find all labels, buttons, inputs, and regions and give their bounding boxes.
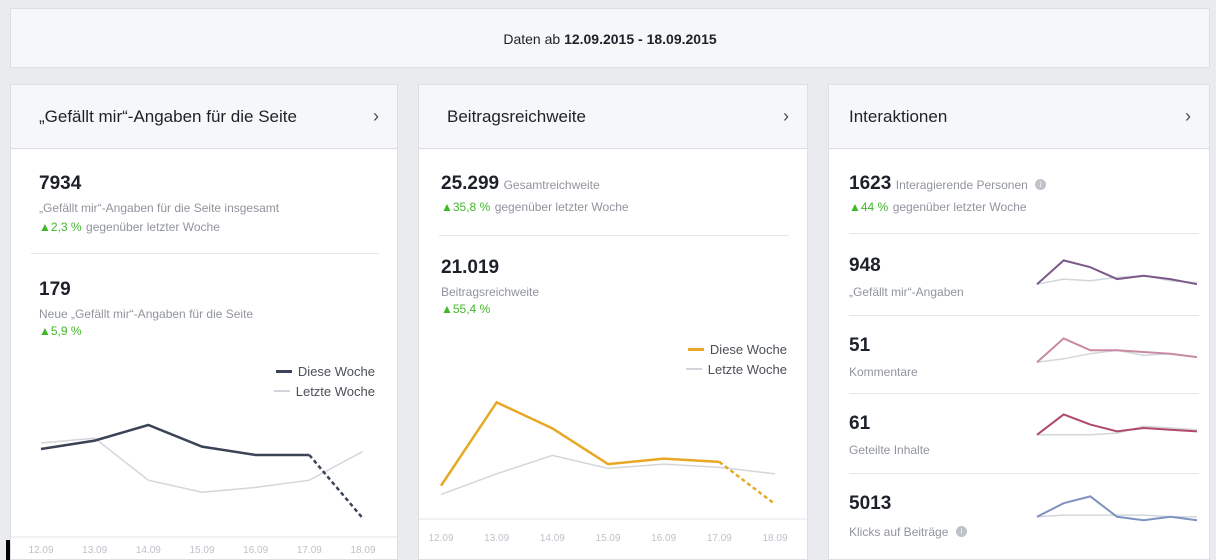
- interactions-card: Interaktionen › 1623 Interagierende Pers…: [828, 84, 1210, 560]
- date-range-bar: Daten ab 12.09.2015 - 18.09.2015: [10, 8, 1210, 68]
- likes-total-change-suffix: gegenüber letzter Woche: [86, 220, 220, 234]
- metric-row-shares[interactable]: 61 Geteilte Inhalte: [829, 403, 1209, 483]
- x-tick-label: 13.09: [484, 533, 509, 544]
- x-tick-label: 14.09: [540, 533, 565, 544]
- sparkline-chart: [1036, 337, 1198, 363]
- x-tick-label: 18.09: [762, 533, 787, 544]
- reach-post-stat: 21.019 Beitragsreichweite ▲55,4 %: [441, 257, 539, 316]
- likes-new-value: 179: [39, 279, 71, 300]
- x-tick-label: 14.09: [136, 545, 161, 556]
- interactions-total-stat: 1623 Interagierende Personen i ▲44 % geg…: [849, 173, 1047, 216]
- sparkline-chart: [1036, 495, 1198, 522]
- likes-total-value: 7934: [39, 173, 82, 194]
- divider: [849, 473, 1199, 474]
- x-tick-label: 17.09: [297, 545, 322, 556]
- interactions-total-change-row: ▲44 % gegenüber letzter Woche: [849, 198, 1046, 216]
- sparkline-this-week: [1036, 495, 1198, 522]
- metric-row-likes[interactable]: 948 „Gefällt mir“-Angaben: [829, 245, 1209, 325]
- likes-new-stat: 179 Neue „Gefällt mir“-Angaben für die S…: [39, 279, 253, 338]
- likes-new-label: Neue „Gefällt mir“-Angaben für die Seite: [39, 307, 254, 321]
- legend-swatch: [275, 369, 292, 373]
- legend-this-week: Diese Woche: [709, 341, 787, 357]
- reach-post-label: Beitragsreichweite: [441, 285, 540, 299]
- likes-total-change-row: ▲2,3 % gegenüber letzter Woche: [39, 218, 279, 236]
- metric-label: Geteilte Inhalte: [849, 443, 930, 457]
- x-tick-label: 15.09: [595, 533, 620, 544]
- date-range: 12.09.2015 - 18.09.2015: [564, 31, 717, 47]
- interactions-total-label: Interagierende Personen: [895, 178, 1028, 192]
- divider: [849, 315, 1199, 316]
- legend-this-week: Diese Woche: [297, 363, 375, 379]
- reach-card-header[interactable]: Beitragsreichweite ›: [419, 85, 807, 149]
- cursor-mark: [6, 540, 10, 560]
- chevron-right-icon[interactable]: ›: [373, 106, 379, 127]
- interactions-total-change-suffix: gegenüber letzter Woche: [892, 200, 1027, 214]
- x-tick-label: 12.09: [428, 533, 453, 544]
- x-tick-label: 18.09: [350, 545, 375, 556]
- reach-total-change: ▲35,8 %: [441, 200, 491, 214]
- likes-card-title: „Gefällt mir“-Angaben für die Seite: [39, 106, 297, 126]
- interactions-total-change: ▲44 %: [849, 200, 889, 214]
- divider: [849, 393, 1199, 394]
- interactions-total-value: 1623: [849, 173, 892, 194]
- sparkline-chart: [1036, 259, 1198, 286]
- likes-total-stat: 7934 „Gefällt mir“-Angaben für die Seite…: [39, 173, 279, 236]
- metric-value: 948: [849, 255, 881, 276]
- x-tick-label: 16.09: [243, 545, 268, 556]
- x-tick-label: 13.09: [82, 545, 107, 556]
- interactions-card-header[interactable]: Interaktionen ›: [829, 85, 1209, 149]
- reach-card-title: Beitragsreichweite: [447, 106, 586, 126]
- series-line-this-week-projection: [308, 454, 364, 520]
- likes-total-label: „Gefällt mir“-Angaben für die Seite insg…: [39, 201, 280, 215]
- reach-total-value: 25.299: [441, 173, 500, 194]
- metric-label: Klicks auf Beiträge: [849, 525, 949, 539]
- x-tick-label: 17.09: [707, 533, 732, 544]
- sparkline-chart: [1036, 413, 1198, 436]
- divider: [849, 233, 1199, 234]
- reach-total-change-suffix: gegenüber letzter Woche: [494, 200, 629, 214]
- divider: [31, 253, 379, 254]
- reach-total-stat: 25.299 Gesamtreichweite ▲35,8 % gegenübe…: [441, 173, 629, 216]
- likes-new-change: ▲5,9 %: [39, 324, 82, 338]
- series-line-this-week-projection: [718, 460, 776, 506]
- reach-post-value: 21.019: [441, 257, 500, 278]
- sparkline-this-week: [1036, 413, 1198, 436]
- metric-label: Kommentare: [849, 365, 918, 379]
- likes-card-header[interactable]: „Gefällt mir“-Angaben für die Seite ›: [11, 85, 397, 149]
- likes-line-chart: 12.09 13.09 14.09 15.09 16.09 17.09 18.09: [11, 423, 397, 556]
- x-tick-label: 12.09: [28, 545, 53, 556]
- likes-card: „Gefällt mir“-Angaben für die Seite › 79…: [10, 84, 398, 560]
- x-tick-label: 16.09: [651, 533, 676, 544]
- interactions-card-title: Interaktionen: [849, 106, 948, 126]
- divider: [439, 235, 789, 236]
- sparkline-last-week: [1036, 349, 1198, 363]
- metric-row-clicks[interactable]: 5013 Klicks auf Beiträge i: [829, 483, 1209, 559]
- legend-swatch: [687, 347, 704, 351]
- reach-card: Beitragsreichweite › 25.299 Gesamtreichw…: [418, 84, 808, 560]
- date-prefix: Daten ab: [503, 31, 561, 47]
- metric-value: 61: [849, 413, 871, 434]
- series-line-last-week: [440, 454, 776, 496]
- x-tick-label: 15.09: [189, 545, 214, 556]
- metric-value: 51: [849, 335, 871, 356]
- reach-line-chart: 12.09 13.09 14.09 15.09 16.09 17.09 18.09: [419, 400, 807, 544]
- chevron-right-icon[interactable]: ›: [783, 106, 789, 127]
- chevron-right-icon[interactable]: ›: [1185, 106, 1191, 127]
- metric-label: „Gefällt mir“-Angaben: [849, 285, 964, 299]
- reach-total-change-row: ▲35,8 % gegenüber letzter Woche: [441, 198, 629, 216]
- reach-post-change: ▲55,4 %: [441, 302, 491, 316]
- info-icon[interactable]: i: [955, 526, 967, 538]
- metric-label-row: Klicks auf Beiträge i: [849, 523, 967, 541]
- likes-total-change: ▲2,3 %: [39, 220, 82, 234]
- info-icon[interactable]: i: [1035, 179, 1047, 191]
- series-line-this-week: [439, 400, 720, 487]
- metric-value: 5013: [849, 493, 892, 514]
- reach-total-label: Gesamtreichweite: [503, 178, 600, 192]
